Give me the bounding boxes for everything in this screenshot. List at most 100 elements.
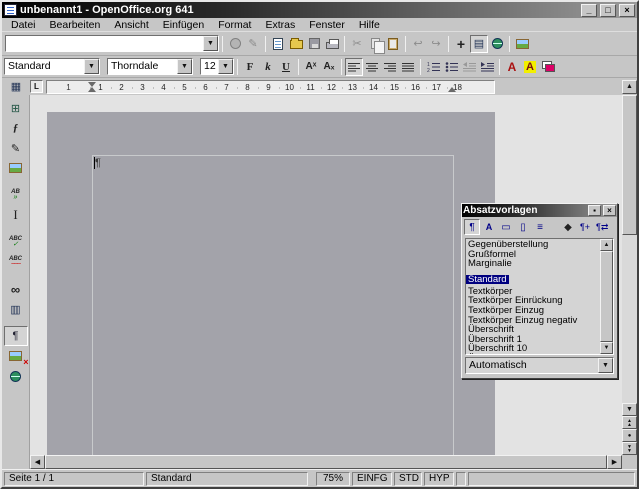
- horizontal-scrollbar-thumb[interactable]: [45, 455, 607, 469]
- bullets-button[interactable]: [442, 58, 460, 76]
- scroll-up-button[interactable]: ▲: [622, 80, 637, 94]
- status-insert-mode[interactable]: EINFG: [352, 472, 392, 486]
- close-button[interactable]: ×: [619, 4, 635, 17]
- highlighting-button[interactable]: A: [521, 58, 539, 76]
- insert-fields-button[interactable]: ƒ: [4, 118, 28, 138]
- menu-item[interactable]: Extras: [258, 19, 302, 31]
- url-input[interactable]: [6, 36, 203, 51]
- status-hyperlink-mode[interactable]: HYP: [424, 472, 454, 486]
- online-layout-button[interactable]: [4, 366, 28, 386]
- data-sources-button[interactable]: ▥: [4, 299, 28, 319]
- size-dropdown-button[interactable]: ▼: [218, 59, 233, 74]
- justify-button[interactable]: [399, 58, 417, 76]
- menu-item[interactable]: Ansicht: [107, 19, 155, 31]
- left-indent-marker[interactable]: [88, 87, 96, 92]
- style-list-item[interactable]: Standard: [466, 275, 509, 285]
- navigator-button[interactable]: +: [452, 35, 470, 53]
- align-left-button[interactable]: [345, 58, 363, 76]
- url-dropdown-button[interactable]: ▼: [203, 36, 218, 51]
- update-style-button[interactable]: ¶⇄: [594, 219, 610, 235]
- find-replace-button[interactable]: ∞: [4, 279, 28, 299]
- spellcheck-button[interactable]: ABC✓: [4, 232, 28, 252]
- insert-table-button[interactable]: ▦: [7, 78, 25, 96]
- status-page[interactable]: Seite 1 / 1: [4, 472, 144, 486]
- window-titlebar[interactable]: unbenannt1 - OpenOffice.org 641 _ □ ×: [2, 2, 637, 18]
- align-right-button[interactable]: [381, 58, 399, 76]
- previous-page-button[interactable]: ▲▲: [622, 416, 637, 429]
- style-list-scroll-up[interactable]: ▲: [600, 239, 613, 251]
- italic-button[interactable]: k: [259, 58, 277, 76]
- stylist-titlebar[interactable]: Absatzvorlagen ▪ ×: [462, 204, 617, 217]
- paragraph-styles-button[interactable]: ¶: [464, 219, 480, 235]
- gallery-button[interactable]: [513, 35, 531, 53]
- vertical-scrollbar[interactable]: ▼ ▲▲ ● ▼▼: [622, 95, 637, 455]
- font-name-combobox[interactable]: Thorndale ▼: [107, 58, 193, 75]
- menu-item[interactable]: Hilfe: [352, 19, 387, 31]
- document-page[interactable]: ¶: [47, 112, 495, 455]
- menu-item[interactable]: Einfügen: [156, 19, 211, 31]
- right-indent-marker[interactable]: [448, 87, 456, 92]
- direct-cursor-button[interactable]: I: [4, 205, 28, 225]
- style-list-scrollbar[interactable]: ▲ ▼: [600, 239, 613, 354]
- next-page-button[interactable]: ▼▼: [622, 442, 637, 455]
- align-center-button[interactable]: [363, 58, 381, 76]
- page-styles-button[interactable]: ▯: [515, 219, 531, 235]
- nonprinting-characters-button[interactable]: ¶: [4, 326, 28, 346]
- open-document-button[interactable]: [287, 35, 305, 53]
- character-styles-button[interactable]: A: [481, 219, 497, 235]
- scroll-right-button[interactable]: ▶: [607, 455, 622, 469]
- background-color-button[interactable]: [539, 58, 557, 76]
- insert-button[interactable]: ⊞: [4, 98, 28, 118]
- hyperlink-dialog-button[interactable]: [488, 35, 506, 53]
- menu-item[interactable]: Fenster: [302, 19, 352, 31]
- stylist-close-button[interactable]: ×: [603, 205, 616, 216]
- frame-styles-button[interactable]: ▭: [498, 219, 514, 235]
- vertical-scrollbar-thumb[interactable]: [622, 95, 637, 235]
- increase-indent-button[interactable]: [478, 58, 496, 76]
- navigation-button[interactable]: ●: [622, 429, 637, 442]
- status-selection-mode[interactable]: STD: [394, 472, 422, 486]
- style-list-item[interactable]: Marginalie: [466, 259, 600, 269]
- numbering-styles-button[interactable]: ≡: [532, 219, 548, 235]
- menu-item[interactable]: Datei: [4, 19, 43, 31]
- superscript-button[interactable]: Aˣ: [302, 58, 320, 76]
- numbering-button[interactable]: ​12: [424, 58, 442, 76]
- font-color-button[interactable]: A: [503, 58, 521, 76]
- online-layout-icon: [10, 371, 21, 382]
- underline-button[interactable]: U: [277, 58, 295, 76]
- autotext-button[interactable]: AB»: [4, 185, 28, 205]
- style-list-scroll-down[interactable]: ▼: [600, 342, 613, 354]
- horizontal-scrollbar[interactable]: ◀ ▶: [30, 455, 622, 469]
- horizontal-ruler[interactable]: 1 123456789101112131415161718: [46, 80, 495, 94]
- draw-functions-button[interactable]: ✎: [4, 138, 28, 158]
- new-style-from-selection-button[interactable]: ¶+: [577, 219, 593, 235]
- minimize-button[interactable]: _: [581, 4, 597, 17]
- status-page-style[interactable]: Standard: [146, 472, 308, 486]
- style-filter-combobox[interactable]: Automatisch ▼: [465, 357, 614, 374]
- menu-item[interactable]: Format: [211, 19, 258, 31]
- tab-type-selector[interactable]: L: [30, 80, 43, 93]
- maximize-button[interactable]: □: [600, 4, 616, 17]
- scroll-down-button[interactable]: ▼: [622, 403, 637, 416]
- paragraph-style-combobox[interactable]: Standard ▼: [4, 58, 100, 75]
- font-dropdown-button[interactable]: ▼: [177, 59, 192, 74]
- url-combobox[interactable]: ▼: [5, 35, 219, 52]
- print-document-button[interactable]: [323, 35, 341, 53]
- font-size-combobox[interactable]: 12 ▼: [200, 58, 234, 75]
- graphics-on-off-button[interactable]: ×: [4, 346, 28, 366]
- auto-spellcheck-button[interactable]: ABC~~~: [4, 252, 28, 272]
- status-zoom[interactable]: 75%: [316, 472, 350, 486]
- style-list-scroll-thumb[interactable]: [600, 251, 613, 342]
- style-dropdown-button[interactable]: ▼: [84, 59, 99, 74]
- scroll-left-button[interactable]: ◀: [30, 455, 45, 469]
- style-list[interactable]: GegenüberstellungGrußformelMarginalieSta…: [466, 239, 600, 354]
- bold-button[interactable]: F: [241, 58, 259, 76]
- new-document-button[interactable]: [269, 35, 287, 53]
- subscript-button[interactable]: Aₓ: [320, 58, 338, 76]
- menu-item[interactable]: Bearbeiten: [43, 19, 108, 31]
- fill-format-mode-button[interactable]: ◆: [560, 219, 576, 235]
- stylist-dock-button[interactable]: ▪: [588, 205, 601, 216]
- insert-objects-button[interactable]: [4, 158, 28, 178]
- stylist-button[interactable]: ▤: [470, 35, 488, 53]
- style-filter-dropdown-button[interactable]: ▼: [598, 358, 613, 373]
